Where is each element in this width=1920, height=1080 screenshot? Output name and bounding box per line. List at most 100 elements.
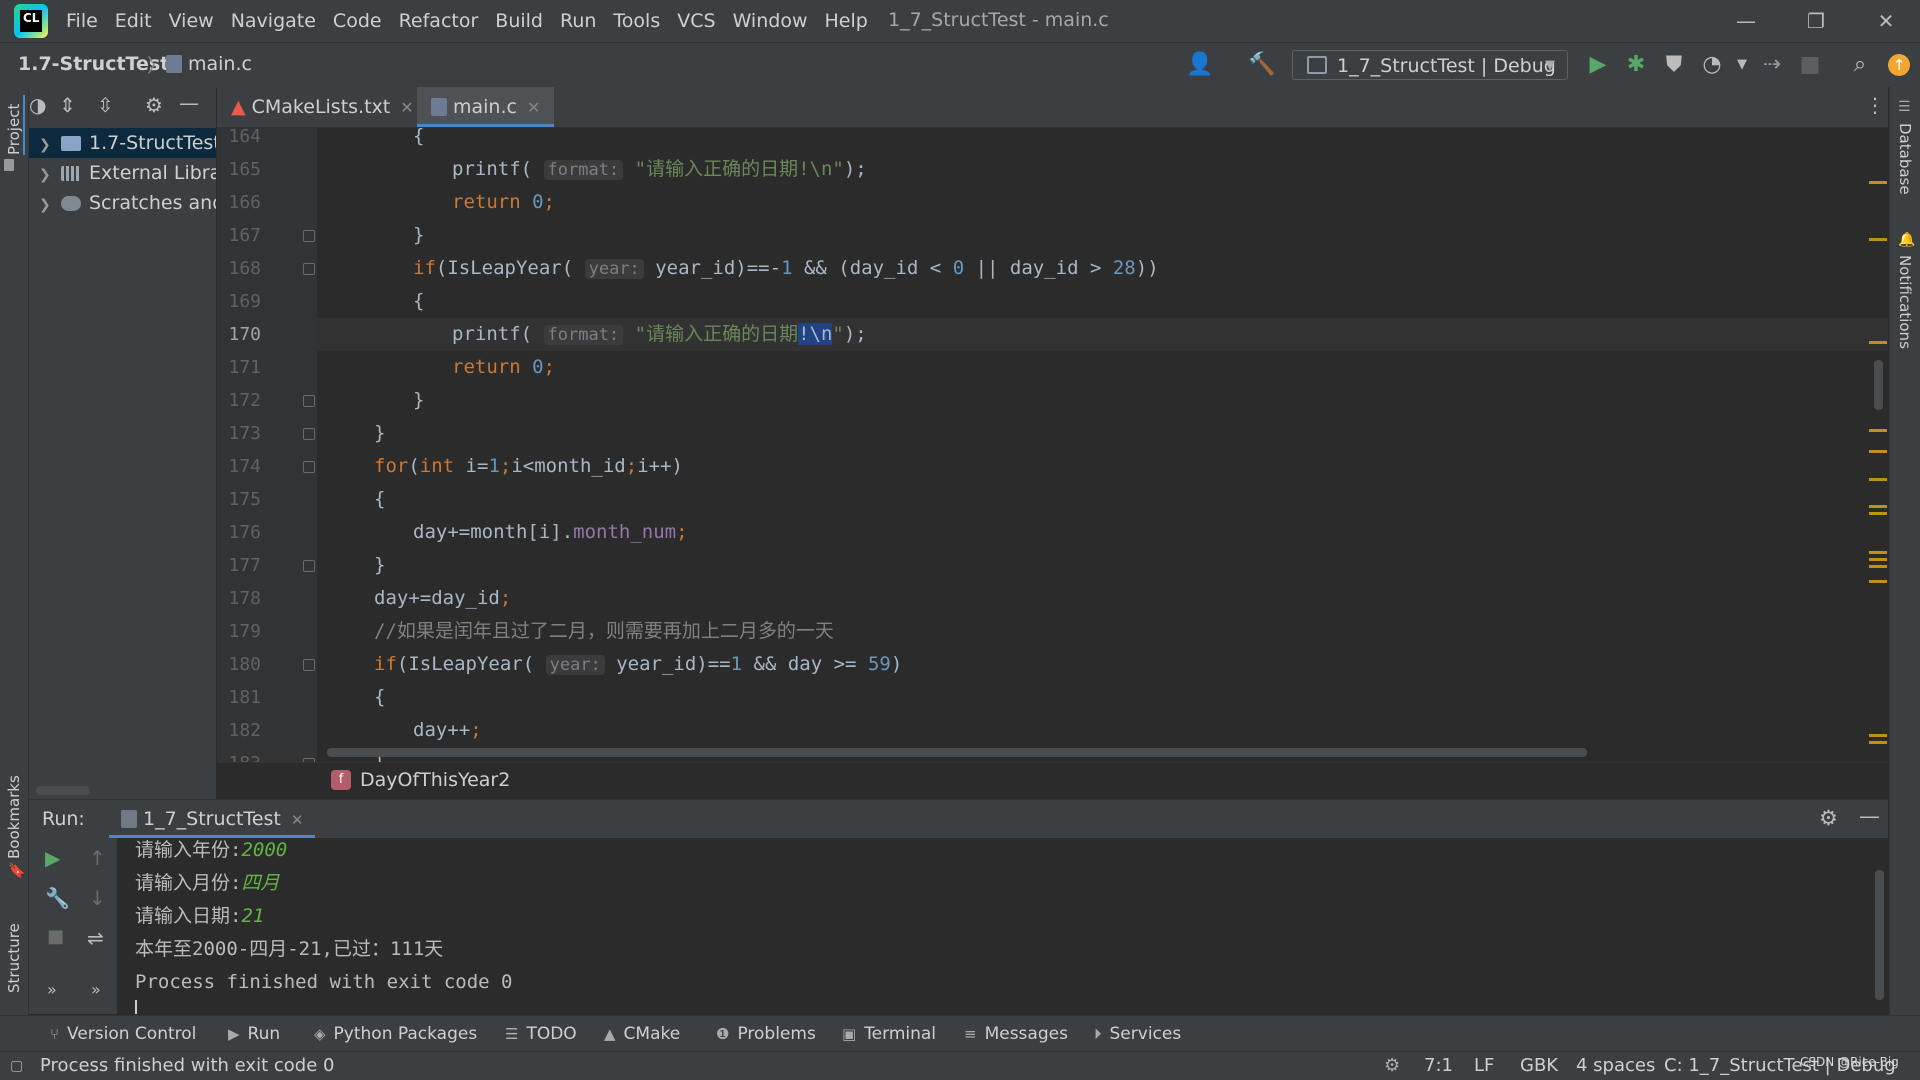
build-hammer-icon[interactable]: 🔨 xyxy=(1248,51,1276,79)
tool-window-cmake[interactable]: ▲ CMake xyxy=(604,1016,680,1052)
minimize-button[interactable]: — xyxy=(1716,6,1776,36)
up-arrow-icon[interactable]: ↑ xyxy=(89,846,106,870)
menu-code[interactable]: Code xyxy=(333,10,382,32)
warning-stripe-mark[interactable] xyxy=(1869,565,1887,568)
stop-icon[interactable]: ■ xyxy=(47,926,64,947)
tool-window-python-packages[interactable]: ◈ Python Packages xyxy=(314,1016,477,1052)
warning-stripe-mark[interactable] xyxy=(1869,551,1887,554)
menu-build[interactable]: Build xyxy=(495,10,543,32)
settings-gear-icon[interactable]: ⚙ xyxy=(1819,806,1838,830)
more-actions-icon[interactable]: » xyxy=(91,980,101,999)
tool-window-problems[interactable]: ❶ Problems xyxy=(716,1016,816,1052)
tool-window-version-control[interactable]: ⑂ Version Control xyxy=(50,1016,196,1052)
editor-horizontal-scrollbar[interactable] xyxy=(327,748,1587,757)
notifications-tool-tab[interactable]: Notifications xyxy=(1896,255,1914,373)
warning-stripe-mark[interactable] xyxy=(1869,450,1887,453)
close-tab-icon[interactable]: ✕ xyxy=(400,98,413,117)
status-message[interactable]: Process finished with exit code 0 xyxy=(40,1052,334,1080)
soft-wrap-icon[interactable]: ⇌ xyxy=(87,926,104,950)
breadcrumb-file[interactable]: main.c xyxy=(166,53,252,75)
tool-window-messages[interactable]: ≡ Messages xyxy=(964,1016,1068,1052)
menu-help[interactable]: Help xyxy=(824,10,867,32)
expand-all-icon[interactable]: ⇕ xyxy=(59,93,76,117)
caret-position[interactable]: 7:1 xyxy=(1424,1052,1453,1080)
warning-stripe-mark[interactable] xyxy=(1869,505,1887,508)
fold-marker-icon[interactable] xyxy=(303,263,315,275)
close-tab-icon[interactable]: ✕ xyxy=(291,811,304,829)
profiler-dropdown-icon[interactable]: ▼ xyxy=(1728,51,1756,79)
tool-window-todo[interactable]: ☰ TODO xyxy=(505,1016,577,1052)
warning-stripe-mark[interactable] xyxy=(1869,558,1887,561)
project-scrollbar[interactable] xyxy=(36,786,90,795)
fold-marker-icon[interactable] xyxy=(303,428,315,440)
tool-window-run[interactable]: ▶ Run xyxy=(228,1016,280,1052)
structure-tool-tab[interactable]: Structure xyxy=(5,901,23,993)
indent-setting[interactable]: 4 spaces xyxy=(1576,1052,1655,1080)
file-encoding[interactable]: GBK xyxy=(1520,1052,1558,1080)
settings-gear-icon[interactable]: ⚙ xyxy=(145,93,163,117)
run-tab-structtest[interactable]: 1_7_StructTest ✕ xyxy=(109,800,316,838)
tree-item-scratches[interactable]: ❯ Scratches and xyxy=(39,188,216,218)
run-icon[interactable]: ▶ xyxy=(1584,51,1612,79)
context-warnings-icon[interactable]: ⚙ xyxy=(1384,1052,1400,1080)
wrench-icon[interactable]: 🔧 xyxy=(45,886,70,910)
fold-marker-icon[interactable] xyxy=(303,659,315,671)
warning-stripe-mark[interactable] xyxy=(1869,734,1887,737)
tool-window-services[interactable]: ⏵ Services xyxy=(1094,1016,1181,1052)
menu-navigate[interactable]: Navigate xyxy=(231,10,316,32)
rerun-icon[interactable]: ▶ xyxy=(45,846,60,870)
console-scrollbar[interactable] xyxy=(1875,870,1884,1000)
menu-vcs[interactable]: VCS xyxy=(677,10,715,32)
debug-bug-icon[interactable]: ✱ xyxy=(1622,51,1650,79)
stop-icon[interactable]: ■ xyxy=(1796,51,1824,79)
tab-cmakelists[interactable]: ▲ CMakeLists.txt ✕ xyxy=(217,87,428,127)
close-tab-icon[interactable]: ✕ xyxy=(527,98,540,117)
warning-stripe-mark[interactable] xyxy=(1869,580,1887,583)
warning-stripe-mark[interactable] xyxy=(1869,181,1887,184)
attach-process-icon[interactable]: ⇢ xyxy=(1758,51,1786,79)
warning-stripe-mark[interactable] xyxy=(1869,741,1887,744)
warning-stripe-mark[interactable] xyxy=(1869,478,1887,481)
restore-button[interactable]: ❐ xyxy=(1786,6,1846,36)
run-console[interactable]: 请输入年份:2000 请输入月份:四月 请输入日期:21 本年至2000-四月-… xyxy=(117,838,1888,1014)
project-tool-tab[interactable]: Project xyxy=(5,95,25,155)
fold-marker-icon[interactable] xyxy=(303,560,315,572)
tree-item-project-root[interactable]: ❯ 1.7-StructTest xyxy=(39,128,216,158)
menu-view[interactable]: View xyxy=(169,10,214,32)
database-tool-tab[interactable]: Database xyxy=(1896,123,1914,205)
menu-run[interactable]: Run xyxy=(560,10,596,32)
run-configuration-select[interactable]: 1_7_StructTest | Debug ▼ xyxy=(1292,50,1568,80)
fold-marker-icon[interactable] xyxy=(303,461,315,473)
editor-vertical-scrollbar[interactable] xyxy=(1874,360,1883,410)
update-icon[interactable]: ↑ xyxy=(1888,54,1910,76)
tool-window-terminal[interactable]: ▣ Terminal xyxy=(842,1016,936,1052)
profiler-icon[interactable]: ◔ xyxy=(1698,51,1726,79)
warning-stripe-mark[interactable] xyxy=(1869,341,1887,344)
down-arrow-icon[interactable]: ↓ xyxy=(89,886,106,910)
toggle-tool-windows-icon[interactable]: ▢ xyxy=(10,1052,23,1080)
line-separator[interactable]: LF xyxy=(1474,1052,1494,1080)
menu-tools[interactable]: Tools xyxy=(613,10,660,32)
function-breadcrumb-label[interactable]: DayOfThisYear2 xyxy=(360,769,510,791)
menu-refactor[interactable]: Refactor xyxy=(399,10,479,32)
warning-stripe-mark[interactable] xyxy=(1869,429,1887,432)
tab-main-c[interactable]: main.c ✕ xyxy=(417,87,555,127)
more-tabs-icon[interactable]: ⋮ xyxy=(1865,93,1885,117)
account-icon[interactable]: 👤 xyxy=(1186,51,1214,79)
coverage-icon[interactable]: ⛊ xyxy=(1660,51,1688,79)
warning-stripe-mark[interactable] xyxy=(1869,512,1887,515)
more-actions-icon[interactable]: » xyxy=(47,980,57,999)
menu-file[interactable]: File xyxy=(66,10,98,32)
collapse-all-icon[interactable]: ⇳ xyxy=(97,93,114,117)
search-icon[interactable]: ⌕ xyxy=(1846,51,1874,79)
close-window-button[interactable]: ✕ xyxy=(1856,6,1916,36)
hide-panel-icon[interactable]: — xyxy=(1859,804,1880,828)
fold-marker-icon[interactable] xyxy=(303,230,315,242)
menu-edit[interactable]: Edit xyxy=(115,10,152,32)
bookmarks-tool-tab[interactable]: Bookmarks xyxy=(5,759,23,859)
hide-panel-icon[interactable]: — xyxy=(179,91,199,115)
code-editor[interactable]: 164{165 printf( format: "请输入正确的日期!\n"); 16… xyxy=(217,128,1888,762)
warning-stripe-mark[interactable] xyxy=(1869,238,1887,241)
tree-item-external-libraries[interactable]: ❯ External Librar xyxy=(39,158,216,188)
fold-marker-icon[interactable] xyxy=(303,395,315,407)
